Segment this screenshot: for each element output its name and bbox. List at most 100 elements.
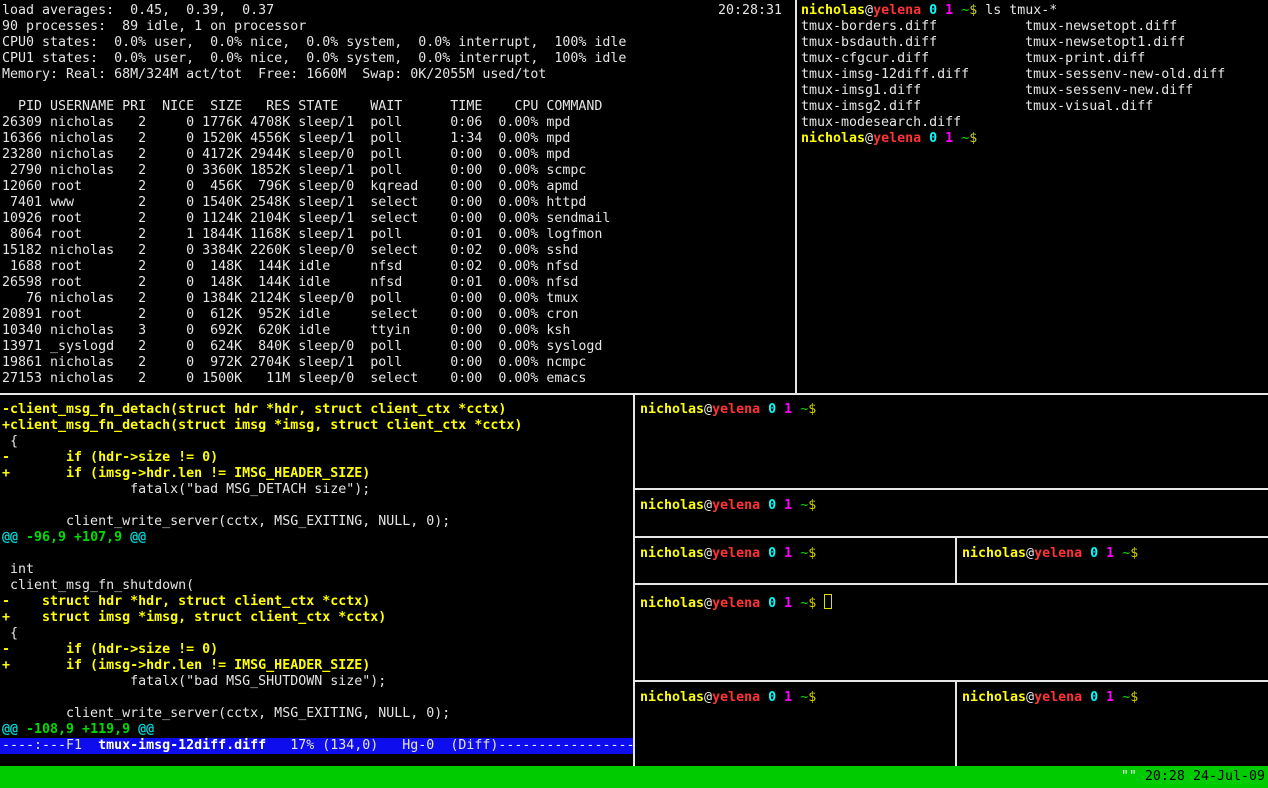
- modeline-position-info: 17% (134,0) Hg-0 (Diff): [266, 738, 498, 753]
- prompt-spacer: [776, 498, 784, 513]
- shell-prompt: nicholas@yelena 0 1 ~$: [640, 596, 824, 611]
- prompt-path: ~: [1122, 546, 1130, 561]
- prompt-num-a: 0: [768, 690, 776, 705]
- prompt-spacer: [1098, 690, 1106, 705]
- prompt-spacer: [816, 546, 824, 561]
- prompt-host: yelena: [712, 498, 760, 513]
- prompt-at-icon: @: [704, 596, 712, 611]
- pane-border-vertical[interactable]: [633, 395, 635, 766]
- prompt-path: ~: [800, 402, 808, 417]
- prompt-num-b: 1: [784, 546, 792, 561]
- process-row: 7401 www 2 0 1540K 2548K sleep/1 select …: [2, 195, 797, 211]
- prompt-num-b: 1: [945, 131, 953, 146]
- prompt-spacer: [792, 402, 800, 417]
- prompt-host: yelena: [873, 131, 921, 146]
- prompt-at-icon: @: [704, 546, 712, 561]
- prompt-num-a: 0: [929, 3, 937, 18]
- prompt-num-b: 1: [784, 402, 792, 417]
- prompt-num-a: 0: [768, 546, 776, 561]
- prompt-num-b: 1: [945, 3, 953, 18]
- prompt-at-icon: @: [865, 3, 873, 18]
- ls-output-line: tmux-modesearch.diff: [801, 115, 1268, 131]
- process-row: 10926 root 2 0 1124K 2104K sleep/1 selec…: [2, 211, 797, 227]
- prompt-spacer: [760, 596, 768, 611]
- pane-shell-1[interactable]: nicholas@yelena 0 1 ~$: [637, 395, 1268, 495]
- hunk-close: @@: [130, 530, 146, 545]
- diff-context-line: fatalx("bad MSG_SHUTDOWN size");: [2, 674, 635, 690]
- prompt-host: yelena: [712, 402, 760, 417]
- ls-output-line: tmux-borders.diff tmux-newsetopt.diff: [801, 19, 1268, 35]
- process-row: 76 nicholas 2 0 1384K 2124K sleep/0 poll…: [2, 291, 797, 307]
- prompt-spacer: [760, 546, 768, 561]
- prompt-at-icon: @: [1026, 690, 1034, 705]
- prompt-num-a: 0: [768, 498, 776, 513]
- shell-prompt-line: nicholas@yelena 0 1 ~$: [801, 131, 1268, 147]
- prompt-spacer: [760, 498, 768, 513]
- shell-prompt-line: nicholas@yelena 0 1 ~$: [640, 690, 958, 706]
- prompt-spacer: [816, 402, 824, 417]
- process-row: 1688 root 2 0 148K 144K idle nfsd 0:02 0…: [2, 259, 797, 275]
- pane-border-vertical[interactable]: [955, 682, 957, 766]
- tmux-status-bar: [0] 0:irssi# 1:todo 2:ncmpc- 3:mutt 4:ss…: [0, 766, 1268, 788]
- prompt-spacer: [953, 3, 961, 18]
- diff-removed-line: - struct hdr *hdr, struct client_ctx *cc…: [2, 594, 635, 610]
- modeline-buffer-name: tmux-imsg-12diff.diff: [98, 738, 266, 753]
- diff-context-line: client_msg_fn_shutdown(: [2, 578, 635, 594]
- shell-prompt-line: nicholas@yelena 0 1 ~$: [962, 546, 1268, 562]
- prompt-num-b: 1: [1106, 690, 1114, 705]
- prompt-spacer: [776, 546, 784, 561]
- prompt-spacer: [1114, 546, 1122, 561]
- prompt-spacer: [1098, 546, 1106, 561]
- process-row: 19861 nicholas 2 0 972K 2704K sleep/1 po…: [2, 355, 797, 371]
- shell-prompt-line: nicholas@yelena 0 1 ~$: [962, 690, 1268, 706]
- blank-line: [2, 546, 635, 562]
- top-processes-summary: 90 processes: 89 idle, 1 on processor: [2, 19, 797, 35]
- hunk-open: @@: [2, 530, 18, 545]
- prompt-spacer: [760, 402, 768, 417]
- process-row: 27153 nicholas 2 0 1500K 11M sleep/0 sel…: [2, 371, 797, 387]
- diff-removed-line: - if (hdr->size != 0): [2, 450, 635, 466]
- prompt-spacer: [792, 690, 800, 705]
- diff-context-line: {: [2, 626, 635, 642]
- hunk-ranges: -96,9 +107,9: [18, 530, 130, 545]
- top-load-averages: load averages: 0.45, 0.39, 0.37: [2, 3, 797, 19]
- prompt-user: nicholas: [801, 3, 865, 18]
- pane-top-process-monitor[interactable]: 20:28:31 load averages: 0.45, 0.39, 0.37…: [0, 0, 797, 396]
- diff-context-line: client_write_server(cctx, MSG_EXITING, N…: [2, 514, 635, 530]
- process-row: 16366 nicholas 2 0 1520K 4556K sleep/1 p…: [2, 131, 797, 147]
- pane-border-vertical[interactable]: [955, 538, 957, 583]
- pane-shell-ls[interactable]: nicholas@yelena 0 1 ~$ ls tmux-* tmux-bo…: [799, 0, 1268, 396]
- prompt-at-icon: @: [704, 402, 712, 417]
- prompt-host: yelena: [712, 596, 760, 611]
- diff-context-line: {: [2, 434, 635, 450]
- shell-prompt: nicholas@yelena 0 1 ~$: [801, 131, 985, 146]
- prompt-at-icon: @: [704, 690, 712, 705]
- modeline-fill: ----------------------------: [498, 738, 635, 753]
- diff-context-line: int: [2, 562, 635, 578]
- prompt-spacer: [1138, 546, 1146, 561]
- pane-emacs-diff[interactable]: -client_msg_fn_detach(struct hdr *hdr, s…: [0, 395, 635, 773]
- prompt-spacer: [921, 131, 929, 146]
- terminal-cursor: [824, 594, 832, 609]
- ls-output-line: tmux-imsg1.diff tmux-sessenv-new.diff: [801, 83, 1268, 99]
- prompt-user: nicholas: [640, 596, 704, 611]
- prompt-path: ~: [800, 546, 808, 561]
- prompt-at-icon: @: [1026, 546, 1034, 561]
- prompt-num-b: 1: [784, 690, 792, 705]
- prompt-path: ~: [800, 596, 808, 611]
- prompt-host: yelena: [1034, 690, 1082, 705]
- process-row: 23280 nicholas 2 0 4172K 2944K sleep/0 p…: [2, 147, 797, 163]
- shell-prompt: nicholas@yelena 0 1 ~$: [640, 402, 824, 417]
- process-row: 8064 root 2 1 1844K 1168K sleep/1 poll 0…: [2, 227, 797, 243]
- prompt-host: yelena: [712, 690, 760, 705]
- prompt-num-a: 0: [768, 402, 776, 417]
- prompt-spacer: [937, 131, 945, 146]
- prompt-spacer: [776, 690, 784, 705]
- pane-shell-5-left[interactable]: nicholas@yelena 0 1 ~$: [637, 682, 958, 774]
- prompt-path: ~: [800, 498, 808, 513]
- diff-added-line: + struct imsg *imsg, struct client_ctx *…: [2, 610, 635, 626]
- shell-prompt: nicholas@yelena 0 1 ~$: [640, 498, 824, 513]
- pane-shell-5-right[interactable]: nicholas@yelena 0 1 ~$: [959, 682, 1268, 774]
- pane-border-vertical[interactable]: [795, 0, 797, 393]
- pane-shell-4-active[interactable]: nicholas@yelena 0 1 ~$: [637, 585, 1268, 689]
